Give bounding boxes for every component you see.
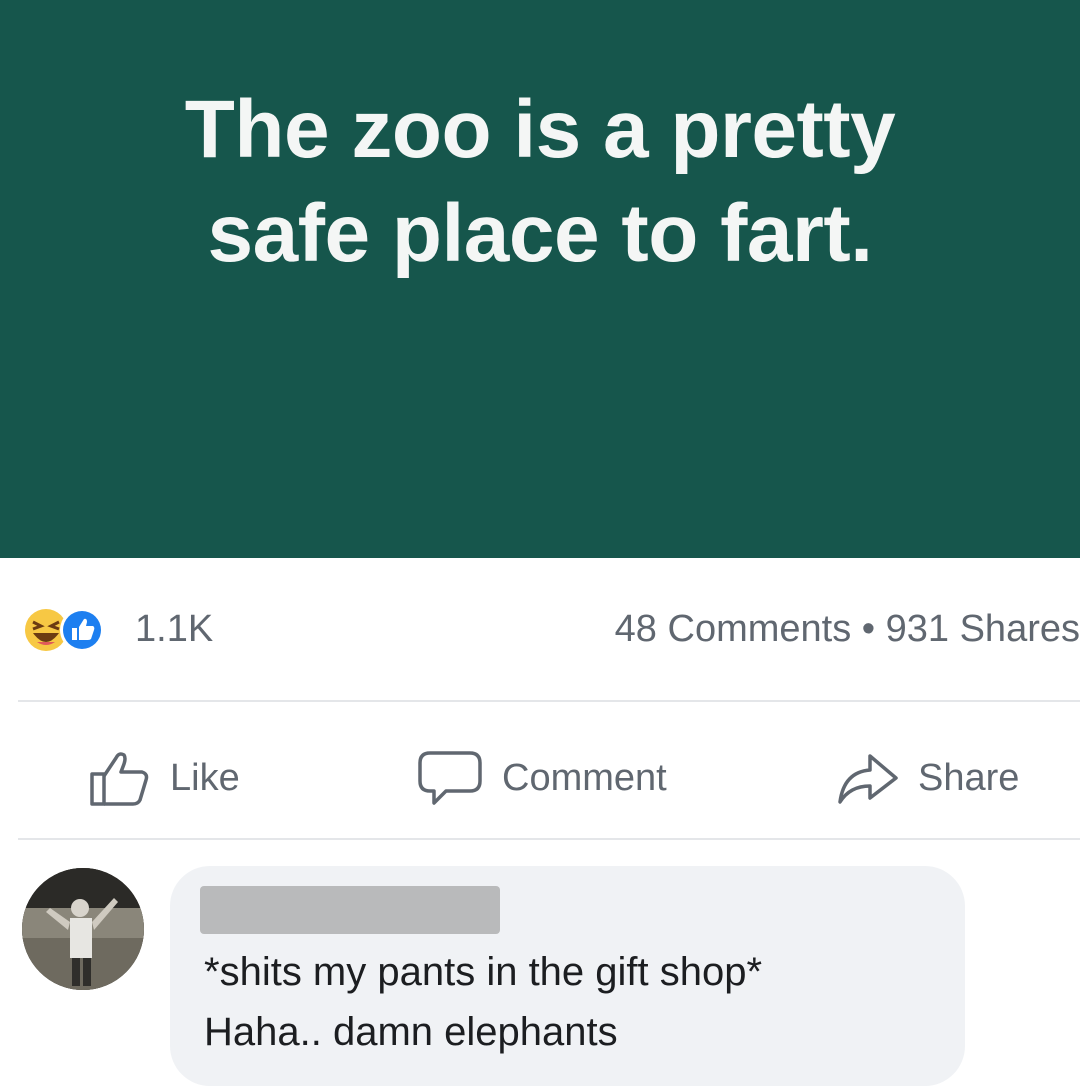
comment-label: Comment [502,756,667,799]
stats-divider [18,700,1080,702]
like-label: Like [170,756,240,799]
comment-text-line-2: Haha.. damn elephants [204,1010,618,1054]
reaction-count[interactable]: 1.1K [135,608,213,651]
comment-button[interactable]: Comment [416,748,667,808]
post-image: The zoo is a pretty safe place to fart. [0,0,1080,558]
share-label: Share [918,756,1020,799]
share-button[interactable]: Share [836,748,1019,808]
post-text: The zoo is a pretty safe place to fart. [90,78,990,286]
comment-text-line-1: *shits my pants in the gift shop* [204,950,763,994]
post-text-line-1: The zoo is a pretty [184,84,896,175]
reaction-summary[interactable] [18,604,128,654]
redacted-commenter-name [200,886,500,934]
commenter-avatar[interactable] [22,868,144,990]
like-button[interactable]: Like [88,748,240,808]
actions-divider [18,838,1080,840]
share-arrow-icon [838,754,898,804]
post-text-line-2: safe place to fart. [207,188,873,279]
like-reaction-icon [60,608,104,652]
comments-shares-count[interactable]: 48 Comments • 931 Shares [615,608,1080,651]
speech-bubble-icon [418,751,482,805]
thumbs-up-icon [90,752,149,806]
